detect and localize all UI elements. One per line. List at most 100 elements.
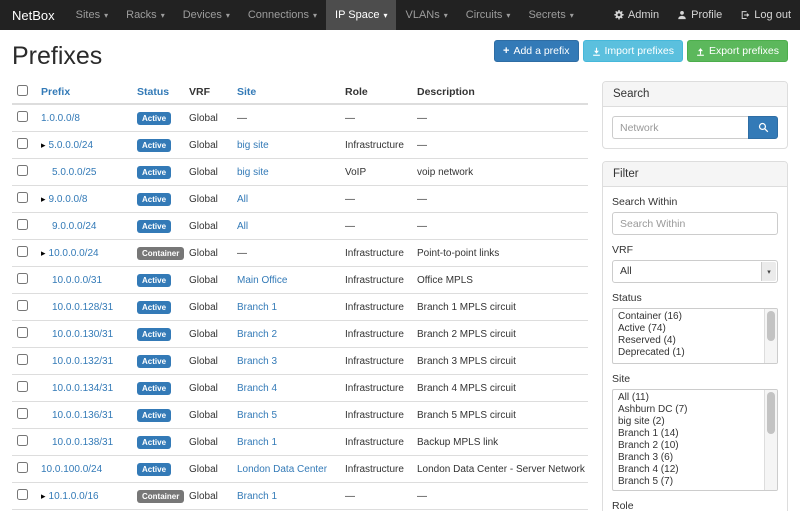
row-checkbox[interactable]: [17, 273, 28, 284]
nav-item-profile[interactable]: Profile: [668, 0, 731, 30]
sort-site-header[interactable]: Site: [237, 86, 256, 98]
site-link[interactable]: Branch 4: [237, 383, 277, 394]
role-cell: Infrastructure: [340, 348, 412, 375]
site-link[interactable]: Branch 5: [237, 410, 277, 421]
row-checkbox[interactable]: [17, 327, 28, 338]
prefix-link[interactable]: 9.0.0.0/8: [49, 194, 88, 205]
row-checkbox[interactable]: [17, 408, 28, 419]
table-row: 5.0.0.0/25ActiveGlobalbig siteVoIPvoip n…: [12, 159, 588, 186]
site-link[interactable]: Branch 3: [237, 356, 277, 367]
row-checkbox[interactable]: [17, 111, 28, 122]
status-badge: Active: [137, 301, 171, 314]
status-badge: Active: [137, 112, 171, 125]
search-input[interactable]: [612, 116, 748, 139]
prefix-link[interactable]: 10.0.0.128/31: [52, 302, 113, 313]
prefix-link[interactable]: 10.0.0.136/31: [52, 410, 113, 421]
listbox-option[interactable]: Container (16): [613, 311, 763, 323]
select-all-checkbox[interactable]: [17, 85, 28, 96]
export-prefixes-label: Export prefixes: [709, 45, 779, 57]
vrf-value: Global: [184, 186, 232, 213]
status-listbox[interactable]: Container (16)Active (74)Reserved (4)Dep…: [612, 308, 778, 364]
brand-link[interactable]: NetBox: [0, 0, 67, 30]
scrollbar[interactable]: [764, 390, 777, 490]
prefix-link[interactable]: 10.0.0.0/24: [49, 248, 99, 259]
nav-label: IP Space: [335, 9, 379, 21]
site-link[interactable]: All: [237, 221, 248, 232]
row-checkbox[interactable]: [17, 435, 28, 446]
vrf-value: Global: [184, 483, 232, 510]
prefix-link[interactable]: 10.0.0.130/31: [52, 329, 113, 340]
row-checkbox[interactable]: [17, 246, 28, 257]
scrollbar[interactable]: [764, 309, 777, 363]
role-value: Infrastructure: [345, 302, 404, 313]
listbox-option[interactable]: Branch 4 (12): [613, 464, 763, 476]
row-checkbox[interactable]: [17, 300, 28, 311]
nav-item-logout[interactable]: Log out: [731, 0, 800, 30]
prefix-link[interactable]: 10.1.0.0/16: [49, 491, 99, 502]
row-checkbox[interactable]: [17, 138, 28, 149]
listbox-option[interactable]: Deprecated (1): [613, 347, 763, 359]
prefix-table-body: 1.0.0.0/8ActiveGlobal———▸5.0.0.0/24Activ…: [12, 104, 588, 511]
nav-item-sites[interactable]: Sites▾: [67, 0, 117, 30]
scrollbar-thumb[interactable]: [767, 392, 775, 434]
prefix-link[interactable]: 10.0.0.132/31: [52, 356, 113, 367]
prefix-link[interactable]: 10.0.0.138/31: [52, 437, 113, 448]
listbox-option[interactable]: Reserved (4): [613, 335, 763, 347]
listbox-option[interactable]: Branch 1 (14): [613, 428, 763, 440]
nav-item-racks[interactable]: Racks▾: [117, 0, 174, 30]
site-link[interactable]: big site: [237, 140, 269, 151]
sort-prefix-header[interactable]: Prefix: [41, 86, 70, 98]
site-link[interactable]: Branch 1: [237, 491, 277, 502]
prefix-link[interactable]: 10.0.100.0/24: [41, 464, 102, 475]
site-link[interactable]: Branch 1: [237, 437, 277, 448]
row-checkbox[interactable]: [17, 381, 28, 392]
status-badge: Container: [137, 490, 184, 503]
site-listbox[interactable]: All (11)Ashburn DC (7)big site (2)Branch…: [612, 389, 778, 491]
site-link[interactable]: Main Office: [237, 275, 287, 286]
listbox-option[interactable]: Ashburn DC (7): [613, 404, 763, 416]
listbox-option[interactable]: Branch 3 (6): [613, 452, 763, 464]
empty-value: —: [345, 491, 355, 502]
row-checkbox[interactable]: [17, 192, 28, 203]
row-checkbox[interactable]: [17, 219, 28, 230]
listbox-option[interactable]: big site (2): [613, 416, 763, 428]
prefix-link[interactable]: 10.0.0.134/31: [52, 383, 113, 394]
row-checkbox[interactable]: [17, 462, 28, 473]
search-within-input[interactable]: [612, 212, 778, 235]
site-link[interactable]: London Data Center: [237, 464, 327, 475]
prefix-link[interactable]: 9.0.0.0/24: [52, 221, 96, 232]
site-link[interactable]: Branch 1: [237, 302, 277, 313]
site-link[interactable]: Branch 2: [237, 329, 277, 340]
search-button[interactable]: [748, 116, 778, 139]
sort-status-header[interactable]: Status: [137, 86, 169, 98]
role-value: Infrastructure: [345, 410, 404, 421]
listbox-option[interactable]: Active (74): [613, 323, 763, 335]
vrf-select[interactable]: All ▾: [612, 260, 778, 283]
nav-item-circuits[interactable]: Circuits▾: [457, 0, 520, 30]
nav-item-devices[interactable]: Devices▾: [174, 0, 239, 30]
nav-item-admin[interactable]: Admin: [605, 0, 668, 30]
import-prefixes-button[interactable]: Import prefixes: [583, 40, 683, 62]
role-cell: Infrastructure: [340, 402, 412, 429]
nav-item-secrets[interactable]: Secrets▾: [519, 0, 582, 30]
site-link[interactable]: big site: [237, 167, 269, 178]
listbox-option[interactable]: All (11): [613, 392, 763, 404]
nav-item-ip-space[interactable]: IP Space▾: [326, 0, 396, 30]
table-row: 1.0.0.0/8ActiveGlobal———: [12, 104, 588, 132]
row-checkbox[interactable]: [17, 354, 28, 365]
row-checkbox[interactable]: [17, 165, 28, 176]
prefix-link[interactable]: 10.0.0.0/31: [52, 275, 102, 286]
prefix-link[interactable]: 1.0.0.0/8: [41, 113, 80, 124]
site-link[interactable]: All: [237, 194, 248, 205]
listbox-option[interactable]: Branch 2 (10): [613, 440, 763, 452]
prefix-link[interactable]: 5.0.0.0/25: [52, 167, 96, 178]
add-prefix-button[interactable]: + Add a prefix: [494, 40, 578, 62]
scrollbar-thumb[interactable]: [767, 311, 775, 341]
export-prefixes-button[interactable]: Export prefixes: [687, 40, 788, 62]
row-checkbox[interactable]: [17, 489, 28, 500]
vrf-value: Global: [184, 456, 232, 483]
listbox-option[interactable]: Branch 5 (7): [613, 476, 763, 488]
nav-item-vlans[interactable]: VLANs▾: [396, 0, 456, 30]
nav-item-connections[interactable]: Connections▾: [239, 0, 326, 30]
prefix-link[interactable]: 5.0.0.0/24: [49, 140, 93, 151]
